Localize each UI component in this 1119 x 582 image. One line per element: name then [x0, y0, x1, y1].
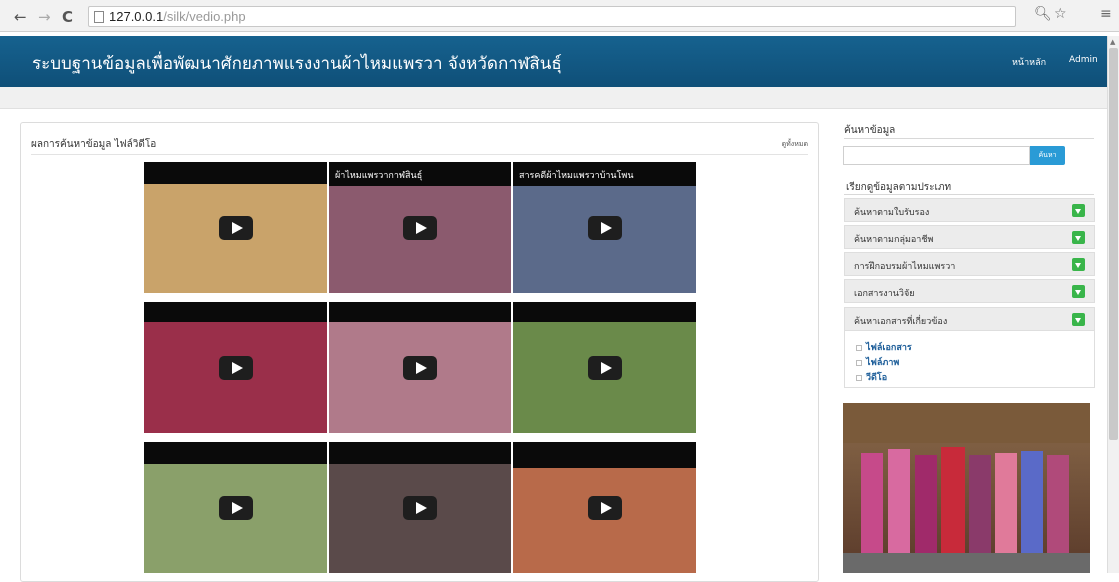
- category-research-docs[interactable]: เอกสารงานวิจัย: [844, 279, 1095, 303]
- panel-title: ผลการค้นหาข้อมูล ไฟล์วิดีโอ: [31, 139, 157, 150]
- sub-navbar: [0, 87, 1107, 109]
- category-label: ค้นหาตามใบรับรอง: [854, 208, 930, 218]
- video-thumbnail[interactable]: [144, 302, 327, 433]
- play-icon[interactable]: [587, 215, 622, 240]
- play-icon[interactable]: [403, 495, 437, 520]
- address-bar[interactable]: 127.0.0.1/silk/vedio.php: [88, 6, 1016, 27]
- page-scrollbar[interactable]: ▲: [1107, 36, 1119, 573]
- category-certificate[interactable]: ค้นหาตามใบรับรอง: [844, 198, 1095, 222]
- category-label: การฝึกอบรมผ้าไหมแพรวา: [854, 262, 956, 272]
- submenu-label: วีดีโอ: [866, 373, 888, 383]
- play-icon[interactable]: [587, 495, 622, 520]
- divider: [844, 138, 1094, 139]
- back-arrow-icon[interactable]: ←: [14, 8, 27, 26]
- expand-icon[interactable]: [1072, 313, 1085, 326]
- video-thumbnail[interactable]: สารคดีผ้าไหมแพรวาบ้านโพน: [513, 162, 696, 293]
- nav-admin-link[interactable]: Admin: [1069, 55, 1098, 65]
- url-host: 127.0.0.1: [109, 9, 164, 24]
- divider: [844, 194, 1094, 195]
- related-docs-submenu: ไฟล์เอกสาร ไฟล์ภาพ วีดีโอ: [844, 331, 1095, 388]
- reload-icon[interactable]: C: [62, 8, 73, 26]
- video-thumbnail[interactable]: [513, 302, 696, 433]
- category-occupation-group[interactable]: ค้นหาตามกลุ่มอาชีพ: [844, 225, 1095, 249]
- search-heading: ค้นหาข้อมูล: [844, 125, 896, 136]
- search-button[interactable]: ค้นหา: [1030, 146, 1065, 165]
- bullet-icon: [856, 344, 862, 351]
- expand-icon[interactable]: [1072, 258, 1085, 271]
- group-photo: [843, 403, 1090, 573]
- site-title[interactable]: ระบบฐานข้อมูลเพื่อพัฒนาศักยภาพแรงงานผ้าไ…: [32, 50, 562, 77]
- submenu-label: ไฟล์ภาพ: [866, 358, 900, 368]
- play-icon[interactable]: [587, 355, 622, 380]
- category-training[interactable]: การฝึกอบรมผ้าไหมแพรวา: [844, 252, 1095, 276]
- search-input[interactable]: [843, 146, 1030, 165]
- bullet-icon: [856, 374, 862, 381]
- play-icon[interactable]: [403, 215, 437, 240]
- video-scene: [513, 186, 696, 293]
- video-scene: [513, 468, 696, 573]
- photo-floor: [843, 553, 1090, 573]
- play-icon[interactable]: [218, 355, 253, 380]
- group-photo-figures: [843, 403, 1090, 573]
- category-heading: เรียกดูข้อมูลตามประเภท: [846, 182, 952, 193]
- play-icon[interactable]: [218, 215, 253, 240]
- forward-arrow-icon[interactable]: →: [38, 8, 51, 26]
- submenu-item-documents[interactable]: ไฟล์เอกสาร: [856, 340, 912, 354]
- scroll-up-icon[interactable]: ▲: [1110, 38, 1115, 46]
- play-icon[interactable]: [403, 355, 437, 380]
- zoom-icon[interactable]: 🔍︎: [1034, 6, 1052, 22]
- menu-icon[interactable]: ≡: [1100, 6, 1112, 22]
- video-title: สารคดีผ้าไหมแพรวาบ้านโพน: [519, 171, 634, 181]
- url-path: /silk/vedio.php: [163, 9, 246, 24]
- play-icon[interactable]: [218, 495, 253, 520]
- video-thumbnail[interactable]: [329, 442, 511, 573]
- star-icon[interactable]: ☆: [1054, 6, 1067, 22]
- submenu-item-images[interactable]: ไฟล์ภาพ: [856, 355, 899, 369]
- video-thumbnail[interactable]: [329, 302, 511, 433]
- people-figures: [861, 447, 1069, 553]
- view-all-link[interactable]: ดูทั้งหมด: [782, 139, 808, 150]
- page-icon: [94, 11, 104, 23]
- video-thumbnail[interactable]: [144, 162, 327, 293]
- category-label: ค้นหาเอกสารที่เกี่ยวข้อง: [854, 317, 948, 327]
- expand-icon[interactable]: [1072, 231, 1085, 244]
- category-label: เอกสารงานวิจัย: [854, 289, 915, 299]
- bullet-icon: [856, 359, 862, 366]
- video-thumbnail[interactable]: [513, 442, 696, 573]
- category-label: ค้นหาตามกลุ่มอาชีพ: [854, 235, 934, 245]
- video-scene: [329, 186, 511, 293]
- submenu-label: ไฟล์เอกสาร: [866, 343, 912, 353]
- expand-icon[interactable]: [1072, 204, 1085, 217]
- scroll-thumb[interactable]: [1109, 48, 1118, 440]
- category-related-docs[interactable]: ค้นหาเอกสารที่เกี่ยวข้อง: [844, 307, 1095, 331]
- site-header: ระบบฐานข้อมูลเพื่อพัฒนาศักยภาพแรงงานผ้าไ…: [0, 36, 1107, 87]
- video-thumbnail[interactable]: [144, 442, 327, 573]
- video-thumbnail[interactable]: ผ้าไหมแพรวากาฬสินธุ์: [329, 162, 511, 293]
- nav-home-link[interactable]: หน้าหลัก: [1012, 55, 1046, 69]
- divider: [31, 154, 808, 155]
- video-title: ผ้าไหมแพรวากาฬสินธุ์: [335, 171, 423, 181]
- expand-icon[interactable]: [1072, 285, 1085, 298]
- photo-backdrop: [843, 403, 1090, 443]
- submenu-item-videos[interactable]: วีดีโอ: [856, 370, 887, 384]
- browser-toolbar: ← → C 127.0.0.1/silk/vedio.php 🔍︎ ☆ ≡: [0, 0, 1119, 32]
